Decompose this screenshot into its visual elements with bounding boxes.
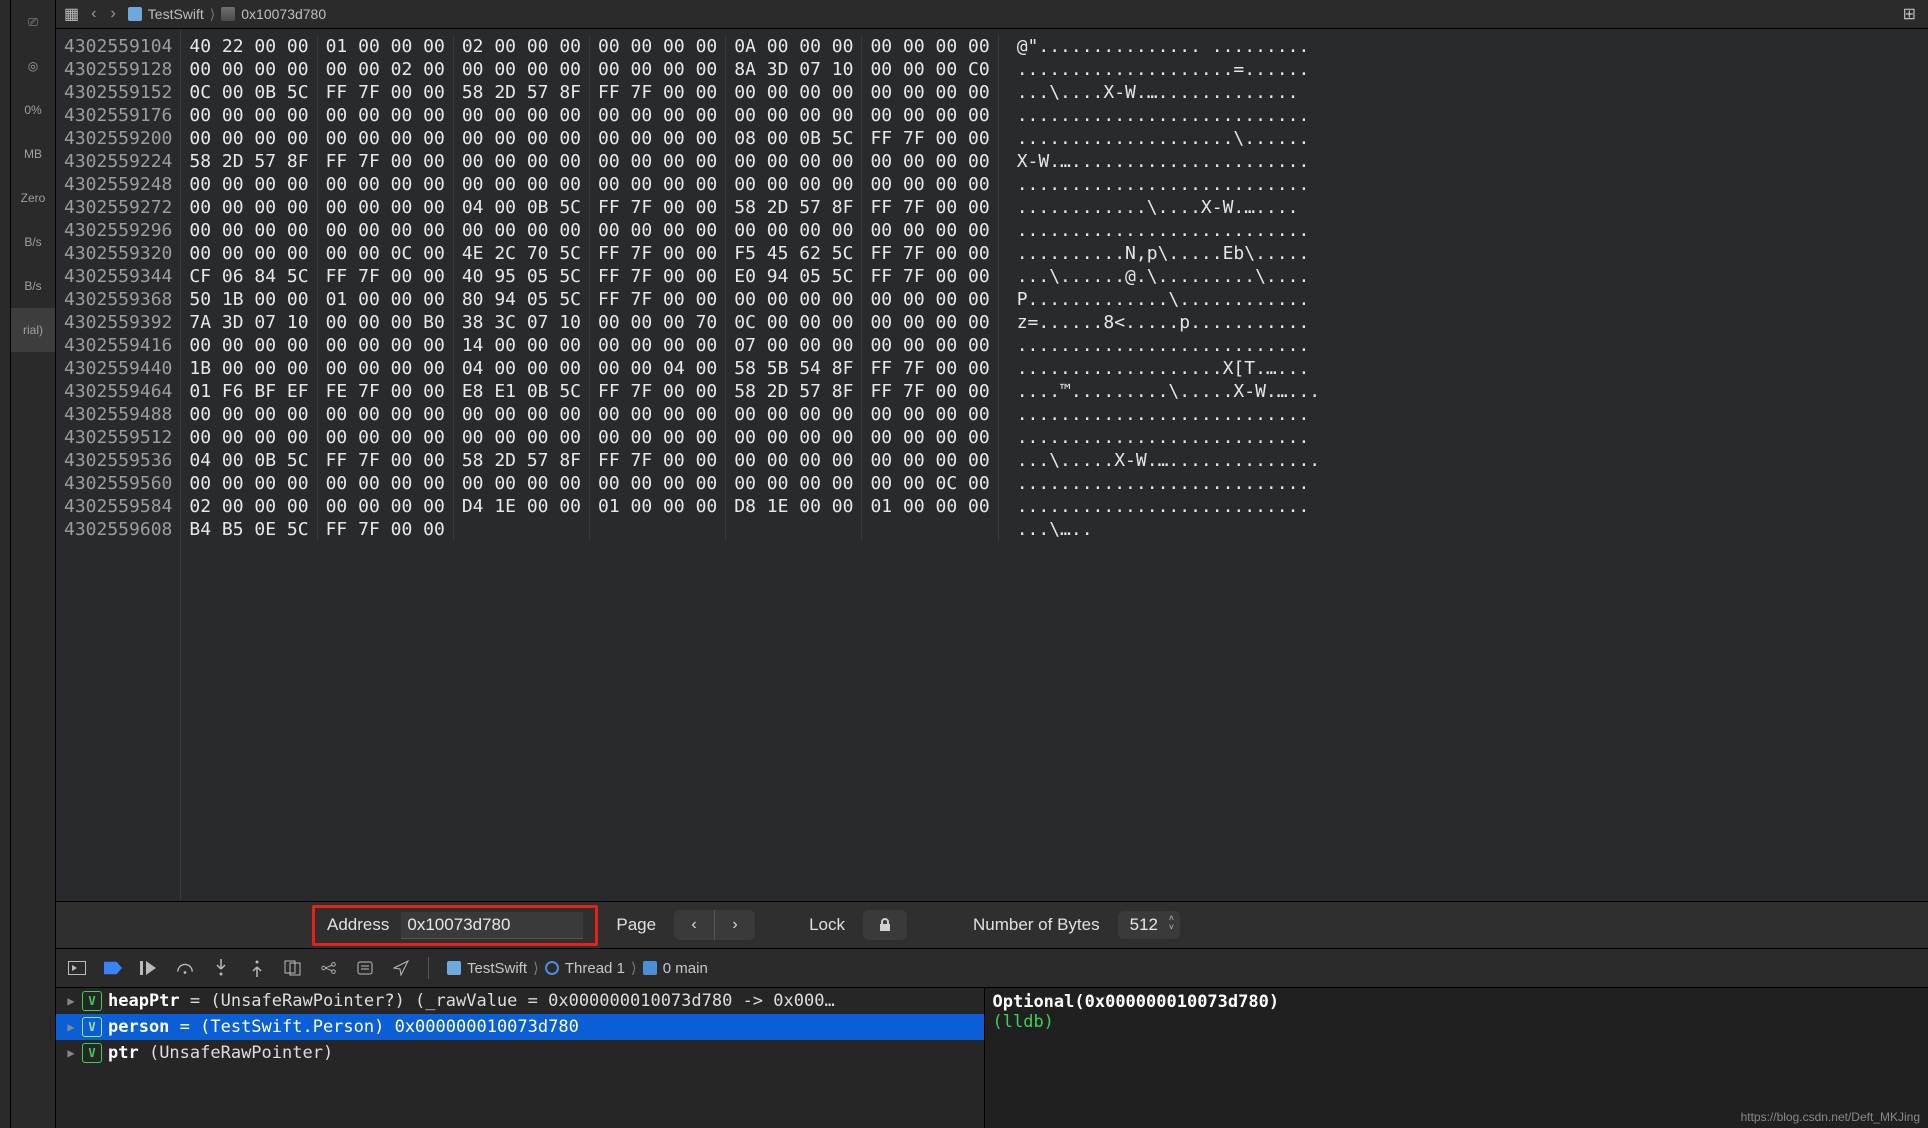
- page-stepper: ‹ ›: [674, 910, 755, 940]
- continue-icon[interactable]: [140, 959, 158, 977]
- breadcrumb-address[interactable]: 0x10073d780: [241, 6, 326, 22]
- memory-toolbar: Address Page ‹ › Lock Number of Bytes 51…: [56, 901, 1928, 948]
- environment-overrides-icon[interactable]: [356, 959, 374, 977]
- variable-kind-badge: V: [82, 991, 102, 1011]
- lock-toggle[interactable]: [863, 910, 907, 940]
- breadcrumb-separator-icon: ⟩: [210, 6, 215, 23]
- debug-process[interactable]: TestSwift: [467, 960, 527, 977]
- process-icon: [447, 961, 461, 975]
- variable-text: ptr (UnsafeRawPointer): [108, 1043, 333, 1063]
- variable-text: person = (TestSwift.Person) 0x0000000100…: [108, 1017, 579, 1037]
- debug-gauges-rail: ⎚◎0%MBZeroB/sB/srial): [11, 0, 56, 1128]
- ascii-column: @"............... ......... ............…: [999, 29, 1320, 901]
- lock-icon: [877, 917, 893, 933]
- frame-icon: [643, 961, 657, 975]
- page-label: Page: [616, 915, 656, 935]
- jump-bar: ▦ ‹ › TestSwift ⟩ 0x10073d780 ⊞: [56, 0, 1928, 29]
- bytes-select[interactable]: 512 ˄˅: [1118, 911, 1180, 939]
- hex-bytes-column[interactable]: 40 22 00 0001 00 00 0002 00 00 0000 00 0…: [181, 29, 998, 901]
- variable-row[interactable]: ▶ Vptr (UnsafeRawPointer): [56, 1040, 984, 1066]
- gauge-cell[interactable]: Zero: [11, 176, 55, 220]
- variable-kind-badge: V: [82, 1043, 102, 1063]
- gauge-cell[interactable]: ◎: [11, 44, 55, 88]
- variable-kind-badge: V: [82, 1017, 102, 1037]
- nav-forward-button[interactable]: ›: [110, 5, 115, 23]
- lock-label: Lock: [809, 915, 845, 935]
- step-out-icon[interactable]: [248, 959, 266, 977]
- lldb-console[interactable]: Optional(0x000000010073d780) (lldb): [984, 988, 1928, 1128]
- console-prompt: (lldb): [993, 1012, 1054, 1032]
- add-editor-button[interactable]: ⊞: [1899, 4, 1920, 24]
- breakpoints-icon[interactable]: [104, 959, 122, 977]
- variables-view[interactable]: ▶ VheapPtr = (UnsafeRawPointer?) (_rawVal…: [56, 988, 984, 1128]
- page-prev-button[interactable]: ‹: [674, 910, 714, 940]
- step-over-icon[interactable]: [176, 959, 194, 977]
- page-next-button[interactable]: ›: [714, 910, 755, 940]
- address-input[interactable]: [401, 912, 583, 939]
- variable-text: heapPtr = (UnsafeRawPointer?) (_rawValue…: [108, 991, 835, 1011]
- breadcrumb-project[interactable]: TestSwift: [148, 6, 204, 22]
- bytes-value: 512: [1130, 915, 1158, 934]
- toggle-debug-area-icon[interactable]: [68, 959, 86, 977]
- bytes-label: Number of Bytes: [973, 915, 1100, 935]
- nav-back-button[interactable]: ‹: [91, 5, 96, 23]
- debug-view-hierarchy-icon[interactable]: [284, 959, 302, 977]
- thread-icon: [545, 961, 559, 975]
- project-icon: [128, 7, 142, 21]
- debug-memory-graph-icon[interactable]: [320, 959, 338, 977]
- gauge-cell[interactable]: ⎚: [11, 0, 55, 44]
- disclosure-triangle-icon[interactable]: ▶: [66, 1046, 76, 1060]
- address-column: 4302559104 4302559128 4302559152 4302559…: [56, 29, 180, 901]
- disclosure-triangle-icon[interactable]: ▶: [66, 1020, 76, 1034]
- debug-bar: TestSwift ⟩ Thread 1 ⟩ 0 main: [56, 948, 1928, 987]
- collapsed-navigator-rail[interactable]: [0, 0, 11, 1128]
- variable-row[interactable]: ▶ Vperson = (TestSwift.Person) 0x00000001…: [56, 1014, 984, 1040]
- memory-viewer: 4302559104 4302559128 4302559152 4302559…: [56, 29, 1928, 901]
- related-items-icon[interactable]: ▦: [64, 4, 79, 24]
- gauge-cell[interactable]: MB: [11, 132, 55, 176]
- address-field-highlight: Address: [312, 905, 598, 946]
- address-label: Address: [327, 915, 389, 935]
- gauge-cell[interactable]: rial): [11, 308, 55, 352]
- console-line: Optional(0x000000010073d780): [993, 992, 1280, 1012]
- step-into-icon[interactable]: [212, 959, 230, 977]
- debug-frame[interactable]: 0 main: [663, 960, 708, 977]
- disclosure-triangle-icon[interactable]: ▶: [66, 994, 76, 1008]
- chevron-updown-icon: ˄˅: [1169, 914, 1174, 932]
- gauge-cell[interactable]: B/s: [11, 264, 55, 308]
- gauge-cell[interactable]: B/s: [11, 220, 55, 264]
- gauge-cell[interactable]: 0%: [11, 88, 55, 132]
- watermark: https://blog.csdn.net/Deft_MKJing: [1741, 1110, 1920, 1124]
- variable-row[interactable]: ▶ VheapPtr = (UnsafeRawPointer?) (_rawVal…: [56, 988, 984, 1014]
- memory-icon: [221, 7, 235, 21]
- debug-thread[interactable]: Thread 1: [565, 960, 625, 977]
- simulate-location-icon[interactable]: [392, 959, 410, 977]
